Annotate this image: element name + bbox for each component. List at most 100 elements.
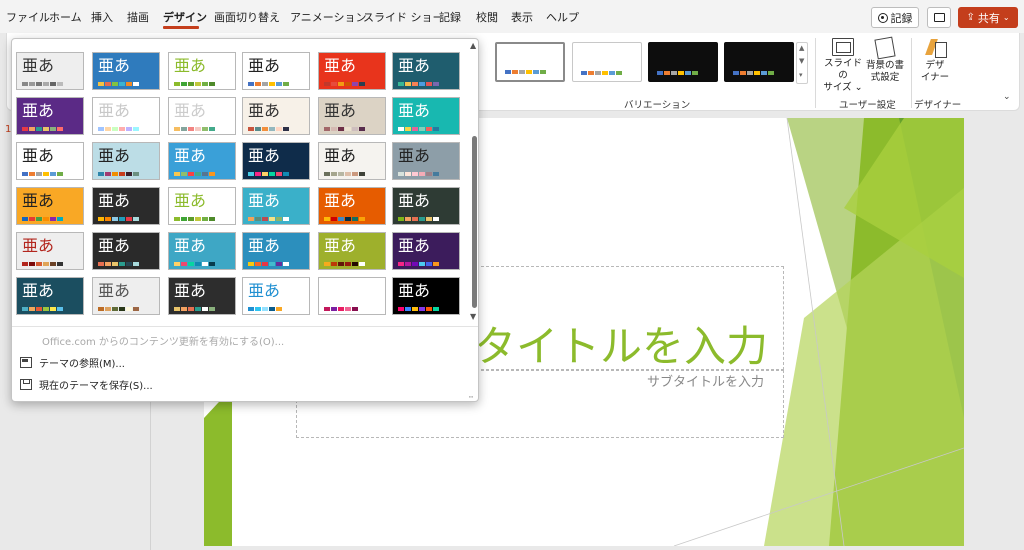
save-theme-item[interactable]: 現在のテーマを保存(S)... bbox=[20, 377, 153, 392]
theme-sample-text: 亜あ bbox=[22, 56, 55, 75]
theme-thumbnail[interactable]: 亜あ bbox=[16, 277, 84, 315]
theme-thumbnail[interactable]: 亜あ bbox=[16, 52, 84, 90]
browse-themes-label: テーマの参照(M)... bbox=[39, 359, 125, 370]
record-button[interactable]: 記録 bbox=[871, 7, 919, 28]
slide-size-button[interactable]: スライドの サイズ ⌄ bbox=[822, 35, 864, 94]
theme-sample-text: 亜あ bbox=[398, 236, 431, 255]
theme-thumbnail[interactable]: 亜あ bbox=[242, 187, 310, 225]
designer-button[interactable]: デザ イナー bbox=[917, 35, 953, 84]
theme-palette bbox=[22, 82, 63, 86]
tab-design[interactable]: デザイン bbox=[163, 9, 207, 25]
theme-sample-text: 亜あ bbox=[98, 281, 131, 300]
user-settings-group-label: ユーザー設定 bbox=[839, 100, 896, 111]
theme-palette bbox=[324, 127, 365, 131]
tab-insert[interactable]: 挿入 bbox=[91, 9, 113, 25]
theme-thumbnail[interactable]: 亜あ bbox=[92, 277, 160, 315]
theme-palette bbox=[398, 217, 439, 221]
theme-gallery: 亜あ 亜あ 亜あ 亜あ 亜あ 亜あ 亜あ 亜あ 亜あ 亜あ 亜あ 亜あ 亜あ 亜あ 亜あ 亜あ 亜あ 亜あ 亜あ 亜あ… bbox=[12, 39, 470, 321]
variation-thumbnail[interactable] bbox=[648, 42, 718, 82]
slide-title[interactable]: タイトルを入力 bbox=[474, 313, 768, 374]
variation-palette bbox=[581, 71, 622, 75]
theme-thumbnail[interactable]: 亜あ bbox=[318, 187, 386, 225]
tab-draw[interactable]: 描画 bbox=[127, 9, 149, 25]
theme-thumbnail[interactable]: 亜あ bbox=[168, 277, 236, 315]
scroll-down-icon[interactable]: ▼ bbox=[470, 312, 476, 321]
theme-thumbnail[interactable]: 亜あ bbox=[168, 142, 236, 180]
theme-thumbnail[interactable]: 亜あ bbox=[392, 142, 460, 180]
scroll-down-icon[interactable]: ▼ bbox=[799, 57, 804, 65]
comments-button[interactable] bbox=[927, 7, 951, 28]
theme-sample-text: 亜あ bbox=[248, 146, 281, 165]
theme-thumbnail[interactable]: 亜あ bbox=[168, 232, 236, 270]
share-button[interactable]: ⇪ 共有 ⌄ bbox=[958, 7, 1018, 28]
theme-thumbnail[interactable]: 亜あ bbox=[168, 97, 236, 135]
theme-thumbnail[interactable]: 亜あ bbox=[16, 97, 84, 135]
tab-transitions[interactable]: 画面切り替え bbox=[214, 9, 280, 25]
theme-thumbnail[interactable]: 亜あ bbox=[92, 187, 160, 225]
theme-thumbnail[interactable]: 亜あ bbox=[92, 52, 160, 90]
theme-thumbnail[interactable]: 亜あ bbox=[92, 232, 160, 270]
theme-thumbnail[interactable]: 亜あ bbox=[392, 52, 460, 90]
variation-thumbnail[interactable] bbox=[572, 42, 642, 82]
theme-thumbnail[interactable]: 亜あ bbox=[318, 232, 386, 270]
theme-sample-text: 亜あ bbox=[324, 146, 357, 165]
tab-animations[interactable]: アニメーション bbox=[290, 9, 367, 25]
theme-thumbnail[interactable]: 亜あ bbox=[242, 232, 310, 270]
format-background-label: 背景の書 式設定 bbox=[865, 60, 904, 83]
share-label: 共有 bbox=[977, 11, 1000, 25]
theme-palette bbox=[174, 262, 215, 266]
resize-grip-icon[interactable]: ⠤ bbox=[468, 391, 474, 400]
tab-record[interactable]: 記録 bbox=[439, 9, 461, 25]
theme-thumbnail[interactable]: 亜あ bbox=[92, 142, 160, 180]
theme-thumbnail[interactable]: 亜あ bbox=[318, 52, 386, 90]
powerpoint-window: ファイル ホーム 挿入 描画 デザイン 画面切り替え アニメーション スライド … bbox=[0, 0, 1024, 550]
theme-thumbnail[interactable]: 亜あ bbox=[92, 97, 160, 135]
gallery-scrollbar[interactable]: ▲ ▼ bbox=[470, 39, 478, 326]
scroll-up-icon[interactable]: ▲ bbox=[470, 41, 476, 50]
tab-view[interactable]: 表示 bbox=[511, 9, 533, 25]
share-icon: ⇪ bbox=[966, 12, 975, 23]
variation-scroller[interactable]: ▲ ▼ ▾ bbox=[796, 42, 808, 84]
theme-sample-text: 亜あ bbox=[174, 146, 207, 165]
theme-thumbnail[interactable]: 亜あ bbox=[318, 277, 386, 315]
variation-thumbnail[interactable] bbox=[724, 42, 794, 82]
theme-palette bbox=[398, 82, 439, 86]
tab-help[interactable]: ヘルプ bbox=[546, 9, 579, 25]
theme-thumbnail[interactable]: 亜あ bbox=[242, 97, 310, 135]
theme-thumbnail[interactable]: 亜あ bbox=[16, 232, 84, 270]
scrollbar-thumb[interactable] bbox=[472, 136, 477, 308]
slide-subtitle[interactable]: サブタイトルを入力 bbox=[647, 371, 764, 390]
theme-thumbnail[interactable]: 亜あ bbox=[242, 52, 310, 90]
theme-thumbnail[interactable]: 亜あ bbox=[242, 277, 310, 315]
theme-thumbnail[interactable]: 亜あ bbox=[392, 97, 460, 135]
designer-group-label: デザイナー bbox=[914, 100, 962, 111]
theme-palette bbox=[98, 307, 139, 311]
theme-thumbnail[interactable]: 亜あ bbox=[168, 52, 236, 90]
theme-sample-text: 亜あ bbox=[22, 281, 55, 300]
slide-size-icon bbox=[832, 38, 854, 56]
theme-palette bbox=[22, 217, 63, 221]
dropdown-divider bbox=[12, 326, 478, 327]
browse-themes-item[interactable]: テーマの参照(M)... bbox=[20, 355, 125, 370]
theme-thumbnail[interactable]: 亜あ bbox=[392, 277, 460, 315]
tab-file[interactable]: ファイル bbox=[6, 9, 50, 25]
collapse-ribbon-icon[interactable]: ⌄ bbox=[1003, 92, 1011, 102]
theme-thumbnail[interactable]: 亜あ bbox=[392, 232, 460, 270]
theme-thumbnail[interactable]: 亜あ bbox=[16, 142, 84, 180]
tab-review[interactable]: 校閲 bbox=[476, 9, 498, 25]
scroll-up-icon[interactable]: ▲ bbox=[799, 44, 804, 52]
theme-thumbnail[interactable]: 亜あ bbox=[318, 97, 386, 135]
theme-thumbnail[interactable]: 亜あ bbox=[242, 142, 310, 180]
theme-thumbnail[interactable]: 亜あ bbox=[318, 142, 386, 180]
format-background-button[interactable]: 背景の書 式設定 bbox=[864, 35, 906, 84]
tab-home[interactable]: ホーム bbox=[49, 9, 82, 25]
theme-palette bbox=[248, 262, 289, 266]
expand-more-icon[interactable]: ▾ bbox=[799, 71, 803, 79]
theme-thumbnail[interactable]: 亜あ bbox=[16, 187, 84, 225]
theme-thumbnail[interactable]: 亜あ bbox=[168, 187, 236, 225]
tab-slideshow[interactable]: スライド ショー bbox=[363, 9, 444, 25]
theme-thumbnail[interactable]: 亜あ bbox=[392, 187, 460, 225]
theme-palette bbox=[98, 217, 139, 221]
theme-palette bbox=[98, 82, 139, 86]
variation-thumbnail[interactable] bbox=[495, 42, 565, 82]
